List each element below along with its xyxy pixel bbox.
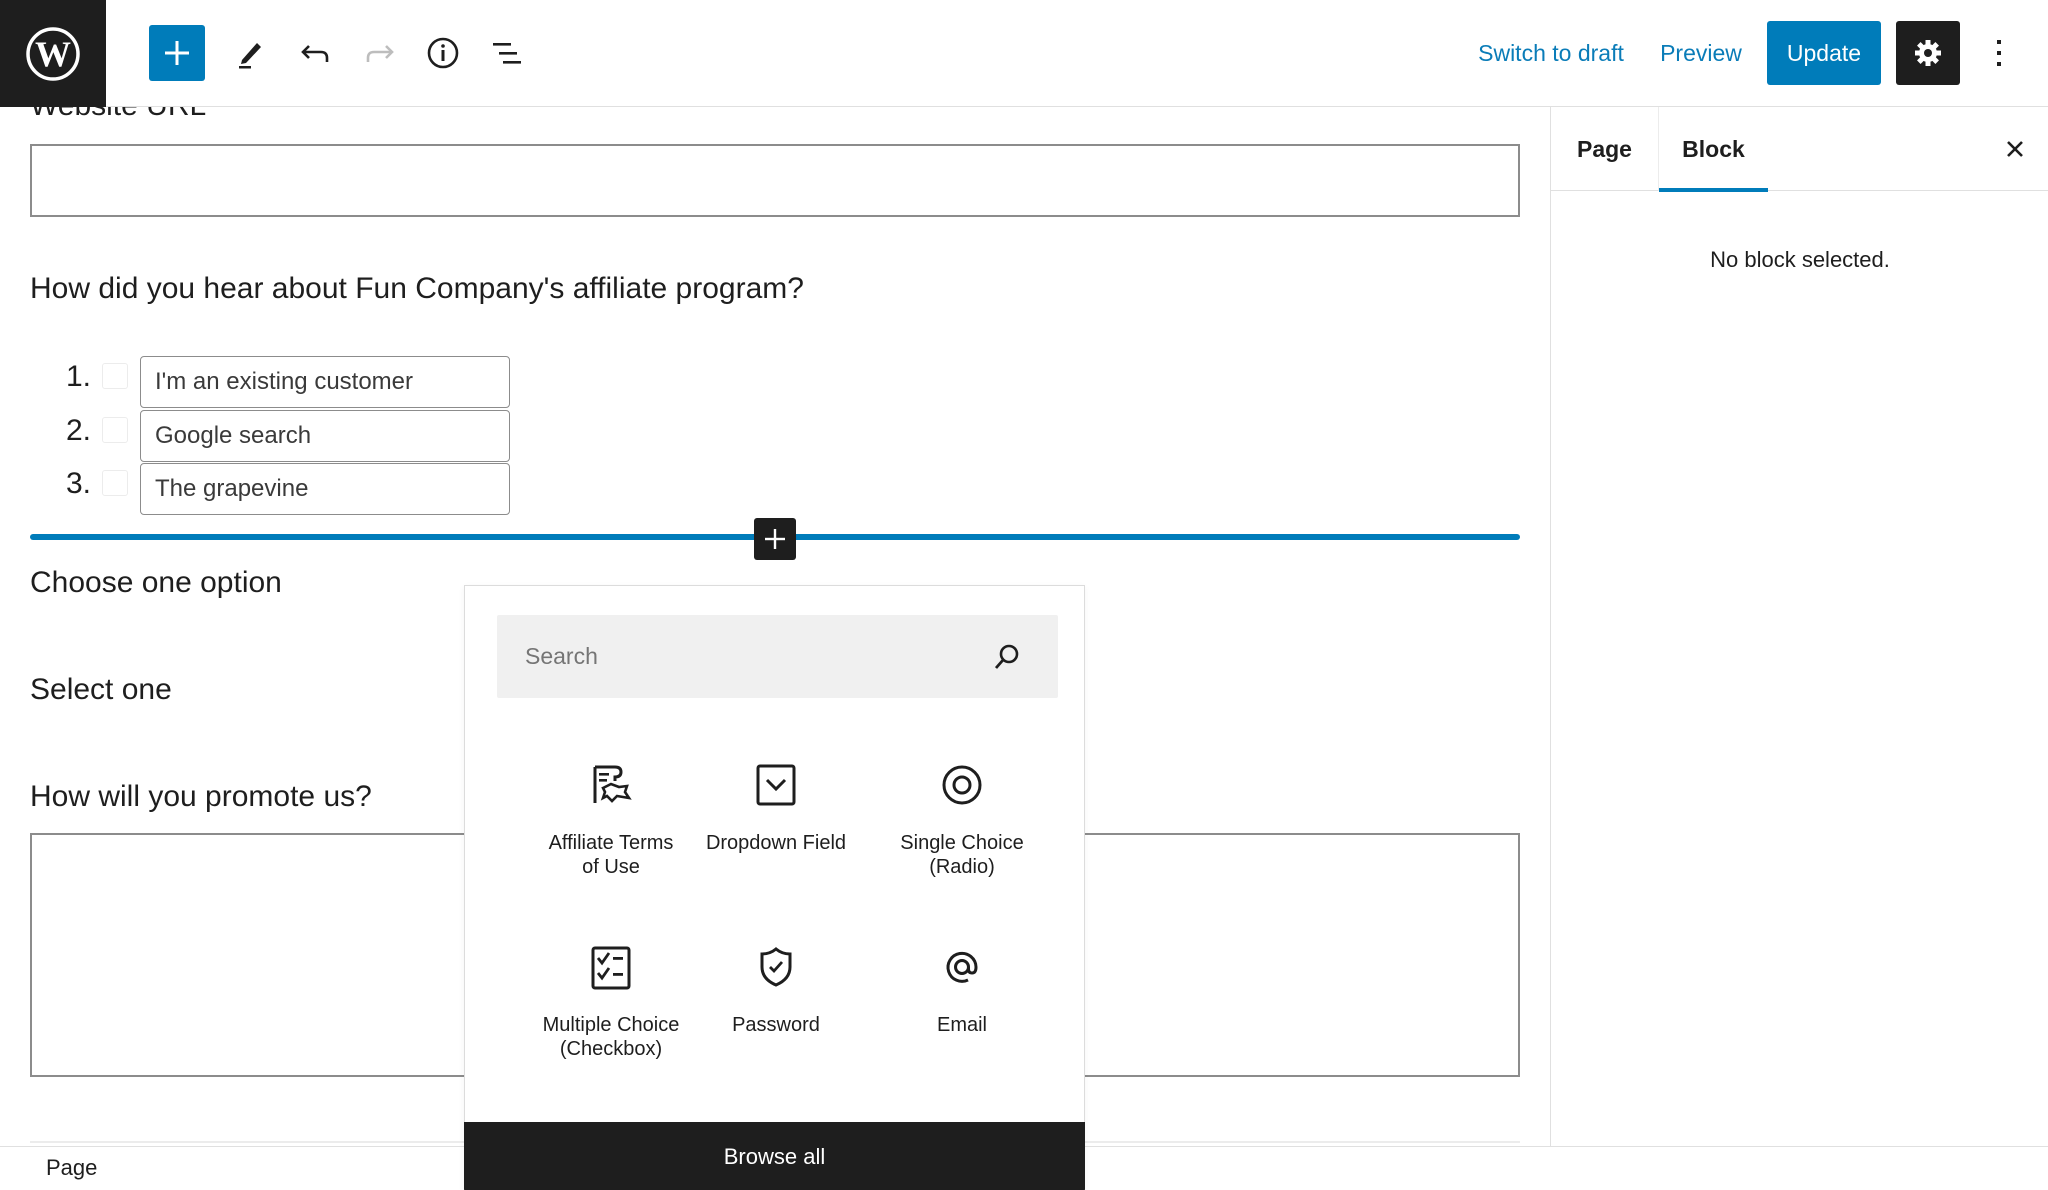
- update-button[interactable]: Update: [1767, 21, 1881, 85]
- block-item-dropdown[interactable]: Dropdown Field: [683, 761, 869, 921]
- close-icon: [2007, 141, 2023, 157]
- insertion-point-button[interactable]: [754, 518, 796, 560]
- block-item-single-choice[interactable]: Single Choice (Radio): [869, 761, 1055, 921]
- dropdown-icon: [756, 764, 796, 806]
- block-item-label: Multiple Choice (Checkbox): [542, 1014, 680, 1060]
- redo-button[interactable]: [358, 25, 402, 81]
- list-number: 2.: [66, 414, 92, 447]
- undo-icon: [301, 45, 329, 62]
- block-item-label: Single Choice (Radio): [900, 832, 1024, 878]
- choose-one-label: Choose one option: [30, 566, 282, 599]
- website-url-input[interactable]: [30, 144, 1520, 217]
- option-input[interactable]: Google search: [140, 410, 510, 462]
- preview-button[interactable]: Preview: [1658, 25, 1744, 81]
- option-checkbox[interactable]: [102, 470, 128, 496]
- pencil-icon: [239, 43, 261, 69]
- list-number: 1.: [66, 360, 92, 393]
- block-item-multiple-choice[interactable]: Multiple Choice (Checkbox): [518, 943, 704, 1103]
- wordpress-logo-icon: W: [26, 26, 80, 81]
- checklist-icon: [591, 946, 631, 990]
- promote-label: How will you promote us?: [30, 780, 372, 813]
- tab-page[interactable]: Page: [1551, 107, 1658, 191]
- block-item-email[interactable]: Email: [869, 943, 1055, 1103]
- block-item-label: Dropdown Field: [705, 832, 847, 854]
- list-item: 1. I'm an existing customer: [0, 356, 600, 408]
- option-input[interactable]: The grapevine: [140, 463, 510, 515]
- settings-sidebar: Page Block No block selected.: [1550, 107, 2048, 1146]
- block-item-label: Password: [732, 1014, 820, 1036]
- tools-button[interactable]: [228, 25, 272, 81]
- option-checkbox[interactable]: [102, 417, 128, 443]
- block-item-label: Affiliate Terms of Use: [548, 832, 674, 878]
- browse-all-button[interactable]: Browse all: [464, 1122, 1085, 1190]
- plus-icon: [765, 529, 785, 549]
- details-button[interactable]: [421, 25, 465, 81]
- gear-icon: [1915, 40, 1941, 66]
- block-item-password[interactable]: Password: [683, 943, 869, 1103]
- select-one-label: Select one: [30, 673, 172, 706]
- switch-to-draft-button[interactable]: Switch to draft: [1476, 25, 1626, 81]
- no-block-selected-message: No block selected.: [1710, 247, 1890, 272]
- redo-icon: [366, 45, 394, 62]
- more-vertical-icon: [1997, 40, 2001, 66]
- sidebar-tabs: Page Block: [1551, 107, 2048, 192]
- search-icon: [994, 644, 1019, 669]
- block-search-input[interactable]: [497, 615, 977, 698]
- settings-button[interactable]: [1896, 21, 1960, 85]
- list-item: 3. The grapevine: [0, 463, 600, 515]
- info-icon: [427, 37, 459, 69]
- quick-inserter-popover: Affiliate Termsof Use Dropdown Field Sin…: [464, 585, 1085, 1190]
- list-view-button[interactable]: [485, 25, 529, 81]
- breadcrumb[interactable]: Page: [46, 1155, 97, 1181]
- tab-block[interactable]: Block: [1658, 107, 1768, 192]
- option-checkbox[interactable]: [102, 363, 128, 389]
- list-item: 2. Google search: [0, 410, 600, 462]
- website-url-label: Website URL: [30, 107, 206, 123]
- radio-icon: [942, 765, 982, 805]
- svg-text:W: W: [35, 34, 71, 74]
- plus-icon: [165, 41, 189, 65]
- wordpress-logo-button[interactable]: W: [0, 0, 106, 107]
- undo-button[interactable]: [293, 25, 337, 81]
- hear-about-label: How did you hear about Fun Company's aff…: [30, 272, 804, 305]
- at-sign-icon: [946, 951, 978, 983]
- block-search: [497, 615, 1058, 698]
- shield-check-icon: [760, 947, 792, 987]
- block-item-label: Email: [936, 1014, 987, 1036]
- close-sidebar-button[interactable]: [1995, 129, 2035, 169]
- option-input[interactable]: I'm an existing customer: [140, 356, 510, 408]
- list-view-icon: [493, 43, 521, 64]
- editor-header: W Switch to draft Preview Update: [0, 0, 2048, 107]
- list-number: 3.: [66, 467, 92, 500]
- block-inserter-toggle[interactable]: [149, 25, 205, 81]
- options-button[interactable]: [1982, 21, 2016, 85]
- block-item-affiliate-terms[interactable]: Affiliate Terms of Use: [518, 761, 704, 921]
- affiliate-terms-icon: [593, 765, 632, 803]
